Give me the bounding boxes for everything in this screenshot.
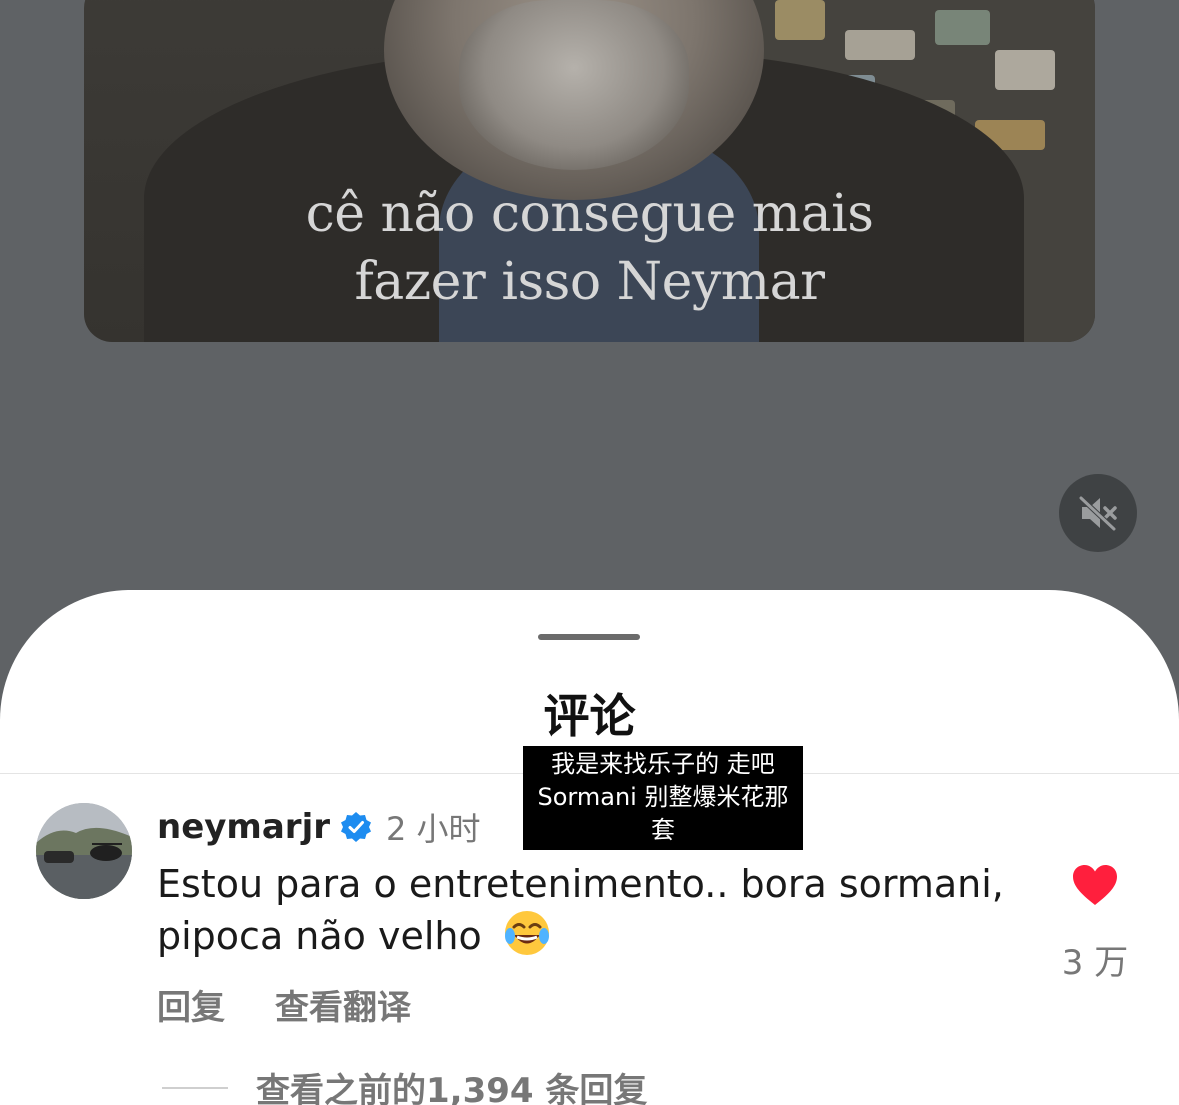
tooltip-line-1: 我是来找乐子的 走吧 bbox=[551, 750, 775, 778]
view-previous-replies-label[interactable]: 查看之前的1,394 条回复 bbox=[256, 1063, 647, 1105]
comment-time: 2 小时 bbox=[386, 810, 481, 848]
comment-username[interactable]: neymarjr bbox=[157, 807, 330, 847]
translation-tooltip: 我是来找乐子的 走吧 Sormani 别整爆米花那 套 bbox=[523, 746, 803, 850]
comment-actions: 回复 查看翻译 bbox=[157, 980, 461, 1029]
comments-sheet: 评论 neymarjr 2 小时 Estou para o entretenim… bbox=[0, 590, 1179, 1105]
subtitle-line-1: cê não consegue mais bbox=[305, 184, 874, 244]
avatar[interactable] bbox=[36, 803, 132, 899]
video-subtitle: cê não consegue mais fazer isso Neymar bbox=[84, 180, 1095, 316]
laughing-emoji-icon bbox=[502, 908, 552, 969]
mute-button[interactable] bbox=[1059, 474, 1137, 552]
verified-badge-icon bbox=[341, 812, 371, 842]
translate-button[interactable]: 查看翻译 bbox=[275, 980, 411, 1029]
video-person-beard bbox=[459, 0, 689, 170]
tooltip-line-3: 套 bbox=[651, 816, 675, 844]
reply-button[interactable]: 回复 bbox=[157, 980, 225, 1029]
sheet-drag-handle[interactable] bbox=[538, 634, 640, 640]
comment-body: Estou para o entretenimento.. bora sorma… bbox=[157, 862, 1004, 958]
view-previous-replies[interactable]: 查看之前的1,394 条回复 bbox=[162, 1063, 647, 1105]
tooltip-line-2: Sormani 别整爆米花那 bbox=[537, 783, 789, 811]
video-player[interactable]: cê não consegue mais fazer isso Neymar bbox=[84, 0, 1095, 342]
speaker-muted-icon bbox=[1079, 496, 1117, 531]
comment-text: Estou para o entretenimento.. bora sorma… bbox=[157, 860, 1037, 969]
sheet-title: 评论 bbox=[543, 689, 636, 743]
heart-icon[interactable] bbox=[1071, 863, 1119, 907]
subtitle-line-2: fazer isso Neymar bbox=[354, 252, 825, 312]
like-count: 3 万 bbox=[1061, 943, 1129, 983]
replies-divider-line bbox=[162, 1086, 228, 1089]
comment-header: neymarjr 2 小时 bbox=[157, 805, 481, 849]
avatar-image bbox=[36, 803, 132, 899]
